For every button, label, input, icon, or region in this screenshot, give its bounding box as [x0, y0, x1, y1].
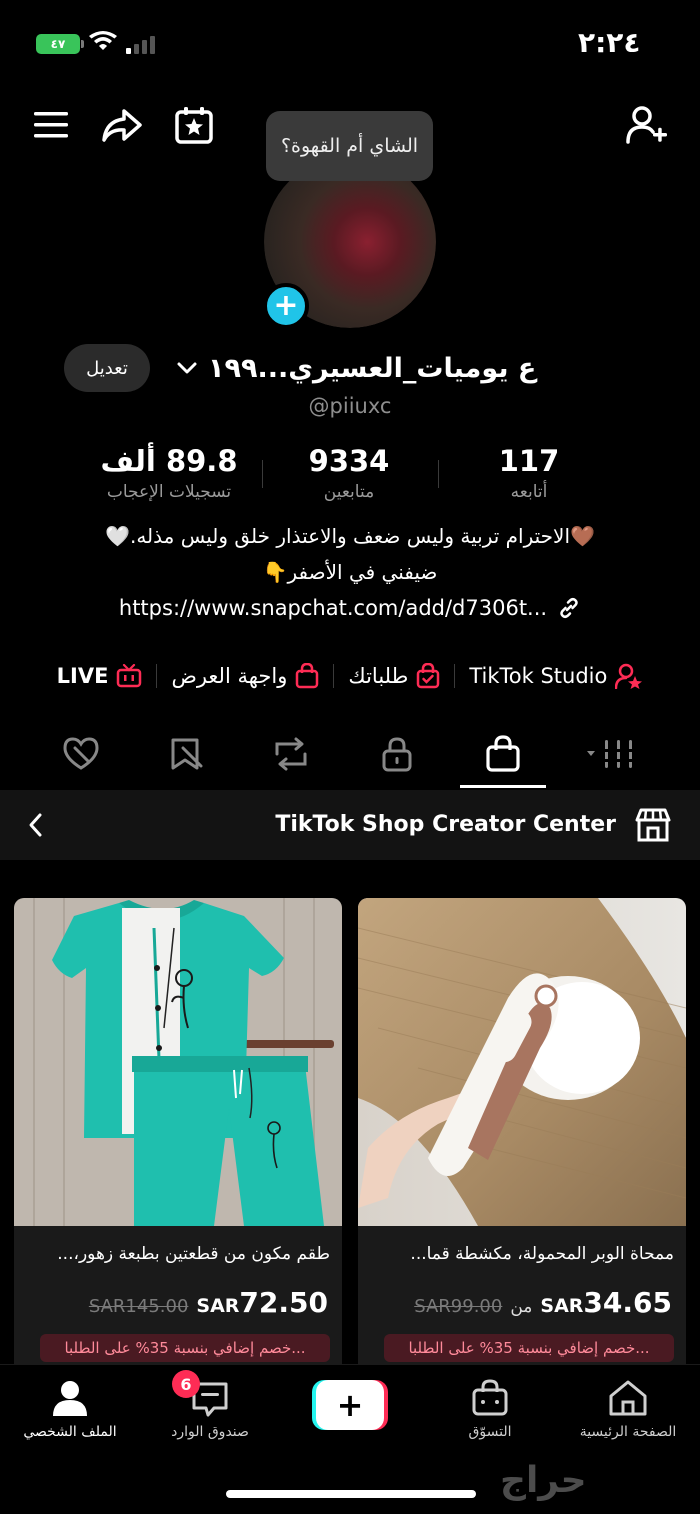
price-currency: SAR [540, 1295, 584, 1317]
stat-following[interactable]: 117 أتابعه [444, 444, 614, 502]
nav-inbox-label: صندوق الوارد [171, 1424, 249, 1440]
live-label: LIVE [56, 664, 109, 688]
tab-shop[interactable] [468, 728, 538, 780]
price-amount: 34.65 [583, 1286, 672, 1319]
create-button[interactable]: + [312, 1380, 388, 1430]
watermark-logo: حراج [500, 1460, 587, 1501]
bio-line-2: ضيفني في الأصفر👇 [262, 560, 438, 584]
stat-followers-count: 9334 [308, 444, 390, 478]
product-image-outfit [14, 898, 342, 1226]
tab-reposts[interactable] [256, 728, 326, 780]
lock-icon [382, 737, 412, 772]
tab-private[interactable] [362, 728, 432, 780]
nav-profile[interactable]: الملف الشخصي [0, 1378, 140, 1440]
stat-following-count: 117 [498, 444, 560, 478]
back-chevron-icon[interactable] [24, 810, 48, 840]
home-icon [609, 1380, 647, 1416]
product-price-row: SAR145.00 SAR72.50 [89, 1286, 328, 1319]
bio-link-text: https://www.snapchat.com/add/d7306t... [118, 596, 548, 620]
menu-icon[interactable] [28, 102, 74, 148]
stat-likes-label: تسجيلات الإعجاب [106, 482, 232, 502]
live-link[interactable]: LIVE [57, 664, 143, 688]
chevron-down-icon [177, 362, 197, 374]
nav-profile-label: الملف الشخصي [23, 1424, 117, 1440]
battery-indicator: ٤٧ [36, 34, 84, 54]
share-icon[interactable] [98, 102, 144, 148]
home-indicator[interactable] [226, 1490, 476, 1498]
quick-link-divider [333, 664, 335, 688]
product-image-lint-remover [358, 898, 686, 1226]
repost-icon [275, 737, 307, 771]
grid-icon [587, 740, 635, 768]
bookmark-hidden-icon [171, 738, 203, 770]
tab-videos[interactable] [576, 728, 646, 780]
link-icon [560, 597, 578, 619]
quick-link-divider [454, 664, 456, 688]
orders-label: طلباتك [348, 664, 409, 688]
product-old-price: SAR145.00 [88, 1296, 189, 1317]
stat-followers[interactable]: 9334 متابعين [264, 444, 434, 502]
showcase-link[interactable]: واجهة العرض [171, 663, 319, 689]
profile-name-row[interactable]: ع يوميات_العسيري...١٩٩ [176, 346, 536, 390]
product-card[interactable]: طقم مكون من قطعتين بطبعة زهور،... SAR145… [14, 898, 342, 1364]
active-tab-indicator [460, 785, 546, 788]
profile-name: ع يوميات_العسيري...١٩٩ [208, 352, 537, 384]
quick-link-divider [156, 664, 158, 688]
product-current-price: SAR72.50 [196, 1286, 328, 1319]
studio-label: TikTok Studio [469, 664, 608, 688]
calendar-star-icon[interactable] [171, 102, 217, 148]
orders-link[interactable]: طلباتك [348, 663, 440, 689]
studio-link[interactable]: TikTok Studio [469, 663, 643, 689]
status-tooltip[interactable]: الشاي أم القهوة؟ [266, 111, 433, 181]
shopping-bag-icon [486, 735, 520, 772]
battery-level: ٤٧ [50, 37, 66, 51]
plus-icon: + [316, 1380, 384, 1430]
shopping-bag-icon [472, 1379, 508, 1416]
stat-followers-label: متابعين [323, 482, 375, 502]
product-card[interactable]: ممحاة الوبر المحمولة، مكشطة قما... SAR99… [358, 898, 686, 1364]
product-title: ممحاة الوبر المحمولة، مكشطة قما... [410, 1244, 674, 1264]
nav-shop[interactable]: التسوّق [420, 1378, 560, 1440]
tab-liked[interactable] [46, 728, 116, 780]
bio-line-1: 🤎الاحترام تربية وليس ضعف والاعتذار خلق و… [105, 524, 595, 548]
nav-inbox[interactable]: صندوق الوارد [140, 1378, 280, 1440]
showcase-label: واجهة العرض [171, 664, 288, 688]
live-tv-icon [117, 664, 142, 688]
nav-home-label: الصفحة الرئيسية [579, 1424, 677, 1440]
price-amount: 72.50 [239, 1286, 328, 1319]
wifi-icon [89, 31, 117, 50]
nav-shop-label: التسوّق [468, 1424, 512, 1440]
product-price-row: SAR99.00 من SAR34.65 [414, 1286, 672, 1319]
store-icon[interactable] [634, 806, 672, 844]
product-current-price: SAR34.65 [540, 1286, 672, 1319]
add-friend-icon[interactable] [624, 102, 670, 148]
stat-divider [262, 460, 263, 488]
heart-hidden-icon [63, 737, 99, 770]
profile-person-icon [53, 1381, 87, 1416]
product-title: طقم مكون من قطعتين بطبعة زهور،... [57, 1244, 330, 1264]
orders-bag-icon [417, 663, 440, 689]
add-story-button[interactable]: + [263, 283, 309, 329]
shopping-bag-icon [296, 663, 319, 689]
stat-divider [438, 460, 439, 488]
product-price-from: من [510, 1297, 533, 1317]
status-time: ٢:٢٤ [578, 26, 641, 59]
nav-home[interactable]: الصفحة الرئيسية [558, 1378, 698, 1440]
product-old-price: SAR99.00 [414, 1296, 503, 1317]
price-currency: SAR [196, 1295, 240, 1317]
stat-likes-count: 89.8 ألف [100, 444, 238, 478]
inbox-badge: 6 [172, 1370, 200, 1398]
edit-profile-button[interactable]: تعديل [64, 344, 150, 392]
bio-link[interactable]: https://www.snapchat.com/add/d7306t... [0, 596, 700, 620]
shop-creator-center-title[interactable]: TikTok Shop Creator Center [275, 812, 616, 837]
signal-icon [126, 36, 155, 54]
discount-badge: خصم إضافي بنسبة 35% على الطلبا... [384, 1334, 674, 1362]
stat-likes[interactable]: 89.8 ألف تسجيلات الإعجاب [84, 444, 254, 502]
stat-following-label: أتابعه [510, 482, 548, 502]
profile-handle: @piiuxc [308, 394, 392, 418]
creator-star-icon [615, 663, 643, 689]
tab-favorites[interactable] [152, 728, 222, 780]
quick-links: LIVE واجهة العرض طلباتك TikTok Studio [0, 656, 700, 696]
discount-badge: خصم إضافي بنسبة 35% على الطلبا... [40, 1334, 330, 1362]
